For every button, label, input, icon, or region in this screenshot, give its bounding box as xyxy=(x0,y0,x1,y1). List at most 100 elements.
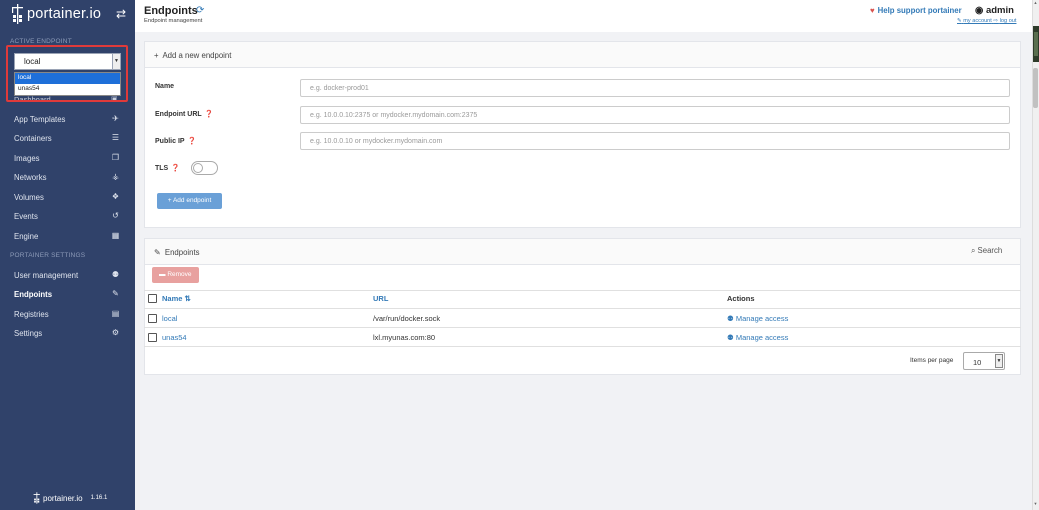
sidebar-item-registries[interactable]: Registries ▤ xyxy=(0,305,135,324)
search-icon: ⌕ xyxy=(971,246,976,255)
chevron-down-icon[interactable]: ▼ xyxy=(995,354,1003,368)
users-icon: ⚉ xyxy=(111,270,120,279)
brand-name: portainer.io xyxy=(27,6,102,22)
toggle-knob xyxy=(193,163,203,173)
sidebar-item-label: Engine xyxy=(14,232,39,241)
side-widget-tab[interactable] xyxy=(1033,26,1039,62)
endpoint-option-local[interactable]: local xyxy=(15,73,120,84)
scroll-up-icon[interactable]: ▲ xyxy=(1032,0,1039,8)
sidebar-item-images[interactable]: Images ❐ xyxy=(0,149,135,168)
divider xyxy=(144,308,1021,309)
help-support-link[interactable]: ♥ Help support portainer xyxy=(870,6,962,15)
footer-brand-name: portainer.io xyxy=(43,493,83,503)
column-header-name-label: Name xyxy=(162,294,183,303)
sidebar-item-containers[interactable]: Containers ☰ xyxy=(0,129,135,148)
page-title: Endpoints xyxy=(144,5,198,17)
sidebar: portainer.io ⇄ ACTIVE ENDPOINT Dashboard… xyxy=(0,0,135,510)
sidebar-item-label: Endpoints xyxy=(14,290,53,299)
clone-icon: ❐ xyxy=(111,153,120,162)
sign-out-icon: ⇨ xyxy=(993,18,999,24)
user-name: ◉ admin xyxy=(975,5,1014,16)
scrollbar-thumb[interactable] xyxy=(1033,68,1038,108)
public-ip-label-text: Public IP xyxy=(155,138,185,145)
endpoint-url-label: Endpoint URL ❓ xyxy=(155,110,213,118)
column-header-actions: Actions xyxy=(727,294,755,303)
public-ip-input[interactable]: e.g. 10.0.0.10 or mydocker.mydomain.com xyxy=(300,132,1010,150)
search-label: Search xyxy=(977,246,1003,255)
add-endpoint-button[interactable]: + Add endpoint xyxy=(157,193,222,209)
manage-access-link[interactable]: ⚉ Manage access xyxy=(727,333,788,342)
name-label: Name xyxy=(155,83,175,90)
manage-access-label: Manage access xyxy=(735,314,789,323)
sidebar-item-label: Networks xyxy=(14,173,47,182)
sidebar-item-networks[interactable]: Networks ⚶ xyxy=(0,168,135,187)
search-link[interactable]: ⌕ Search xyxy=(971,246,1002,256)
trash-icon: ▬ xyxy=(159,271,166,278)
sidebar-item-settings[interactable]: Settings ⚙ xyxy=(0,324,135,343)
name-input[interactable]: e.g. docker-prod01 xyxy=(300,79,1010,97)
row-checkbox[interactable] xyxy=(148,333,157,342)
sidebar-item-label: Events xyxy=(14,212,38,221)
tls-toggle[interactable] xyxy=(191,161,218,175)
rocket-icon: ✈ xyxy=(112,114,119,123)
log-out-link[interactable]: log out xyxy=(1000,18,1017,24)
public-ip-label: Public IP ❓ xyxy=(155,137,196,145)
sitemap-icon: ⚶ xyxy=(112,172,119,181)
sidebar-item-label: Containers xyxy=(14,134,52,143)
page-subtitle: Endpoint management xyxy=(144,18,203,24)
portainer-settings-title: PORTAINER SETTINGS xyxy=(10,252,86,259)
scroll-down-icon[interactable]: ▼ xyxy=(1032,501,1039,509)
sidebar-item-label: App Templates xyxy=(14,115,66,124)
endpoint-name-link[interactable]: unas54 xyxy=(162,333,187,342)
question-circle-icon[interactable]: ❓ xyxy=(188,138,197,145)
endpoint-name-link[interactable]: local xyxy=(162,314,177,323)
sidebar-item-endpoints[interactable]: Endpoints ✎ xyxy=(0,285,135,304)
endpoint-url-input[interactable]: e.g. 10.0.0.10:2375 or mydocker.mydomain… xyxy=(300,106,1010,124)
cubes-icon: ❖ xyxy=(111,192,120,201)
sort-icon: ⇅ xyxy=(184,294,191,303)
row-checkbox[interactable] xyxy=(148,314,157,323)
endpoint-dropdown-list: local unas54 xyxy=(14,72,121,96)
my-account-link[interactable]: my account xyxy=(963,18,992,24)
sidebar-item-volumes[interactable]: Volumes ❖ xyxy=(0,188,135,207)
sidebar-item-engine[interactable]: Engine ▦ xyxy=(0,227,135,246)
question-circle-icon[interactable]: ❓ xyxy=(205,111,214,118)
list-icon: ☰ xyxy=(111,133,120,142)
select-all-checkbox[interactable] xyxy=(148,294,157,303)
sidebar-item-events[interactable]: Events ↺ xyxy=(0,207,135,226)
sidebar-item-label: Registries xyxy=(14,310,49,319)
endpoints-panel-header: ✎ Endpoints xyxy=(145,239,1020,265)
exchange-icon[interactable]: ⇄ xyxy=(116,7,126,21)
items-per-page-select[interactable]: 10 ▼ xyxy=(963,352,1005,370)
manage-access-link[interactable]: ⚉ Manage access xyxy=(727,314,788,323)
active-endpoint-title: ACTIVE ENDPOINT xyxy=(10,38,72,45)
remove-button[interactable]: ▬ Remove xyxy=(152,267,199,283)
help-support-label: Help support portainer xyxy=(877,6,962,15)
users-icon: ⚉ xyxy=(727,314,734,323)
endpoint-select[interactable]: local ▼ xyxy=(14,53,121,70)
database-icon: ▤ xyxy=(111,309,120,318)
items-per-page-label: Items per page xyxy=(910,357,954,364)
cogs-icon: ⚙ xyxy=(111,328,120,337)
sidebar-item-user-management[interactable]: User management ⚉ xyxy=(0,266,135,285)
footer-brand: portainer.io 1.16.1 xyxy=(33,492,107,504)
endpoint-url: lxl.myunas.com:80 xyxy=(373,333,436,342)
endpoint-option-unas54[interactable]: unas54 xyxy=(15,84,120,95)
refresh-icon[interactable]: ⟳ xyxy=(196,5,204,16)
remove-label: Remove xyxy=(167,271,192,278)
column-header-name[interactable]: Name ⇅ xyxy=(162,294,191,303)
endpoint-url-label-text: Endpoint URL xyxy=(155,111,202,118)
tls-label: TLS ❓ xyxy=(155,164,180,172)
chevron-down-icon[interactable]: ▼ xyxy=(112,54,120,69)
sidebar-item-app-templates[interactable]: App Templates ✈ xyxy=(0,110,135,129)
column-header-url[interactable]: URL xyxy=(373,294,388,303)
sidebar-item-label: User management xyxy=(14,271,79,280)
sidebar-item-label: Images xyxy=(14,154,40,163)
endpoints-title: ✎ Endpoints xyxy=(154,248,200,257)
brand-logo[interactable]: portainer.io ⇄ xyxy=(11,4,126,24)
question-circle-icon[interactable]: ❓ xyxy=(171,165,180,172)
manage-access-label: Manage access xyxy=(735,333,789,342)
portainer-logo-icon xyxy=(12,4,23,24)
divider xyxy=(144,290,1021,291)
endpoint-url: /var/run/docker.sock xyxy=(373,314,441,323)
